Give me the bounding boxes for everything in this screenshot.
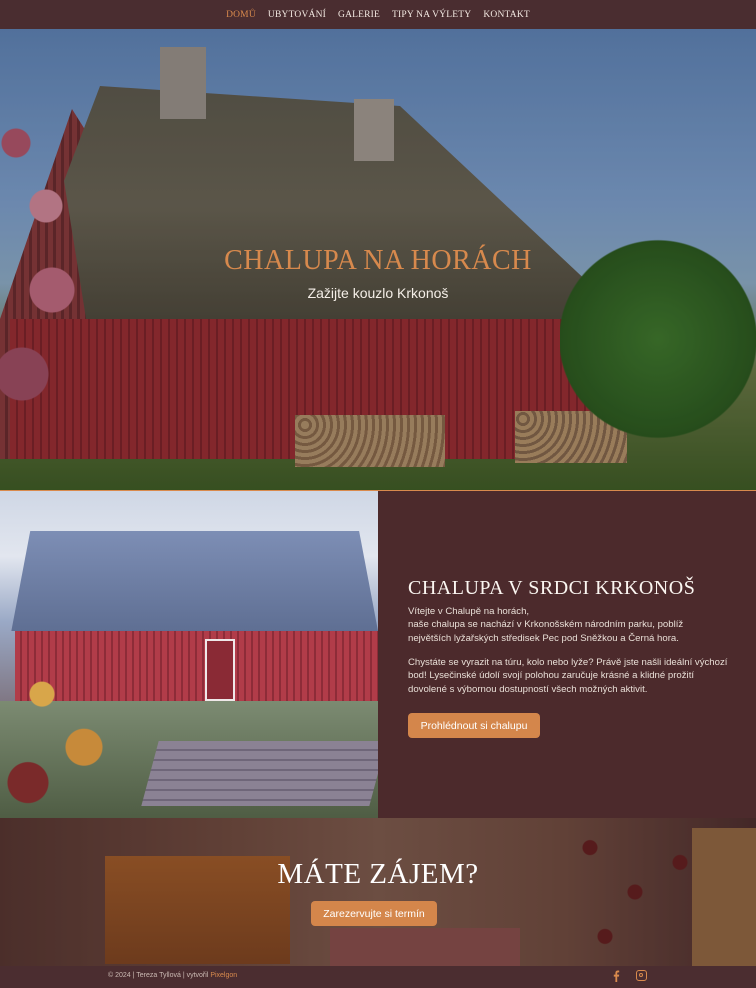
nav-item-home[interactable]: DOMŮ [226,10,256,20]
about-photo [0,491,378,818]
footer-copyright: © 2024 | Tereza Tyllová | vytvořil Pixel… [108,972,237,979]
about-photo-deck [141,741,378,806]
view-cottage-button[interactable]: Prohlédnout si chalupu [408,713,540,738]
about-paragraph-1-line-2: naše chalupa se nachází v Krkonošském ná… [408,619,684,644]
cta-section: MÁTE ZÁJEM? Zarezervujte si termín [0,818,756,966]
about-photo-roof [11,531,378,631]
cta-overlay [0,818,756,966]
hero-section: CHALUPA NA HORÁCH Zažijte kouzlo Krkonoš [0,29,756,491]
nav-item-contact[interactable]: KONTAKT [483,10,530,20]
nav-item-trip-tips[interactable]: TIPY NA VÝLETY [392,10,471,20]
hero-title: CHALUPA NA HORÁCH [224,245,532,276]
about-paragraph-1-line-1: Vítejte v Chalupě na horách, [408,606,530,617]
about-photo-door [205,639,235,701]
book-date-button[interactable]: Zarezervujte si termín [311,901,437,926]
credit-link[interactable]: Pixelgon [210,972,237,979]
cta-heading: MÁTE ZÁJEM? [277,858,479,890]
about-section: CHALUPA V SRDCI KRKONOŠ Vítejte v Chalup… [378,491,756,818]
facebook-icon[interactable] [610,970,622,982]
about-photo-plant [0,641,140,818]
about-paragraph-2: Chystáte se vyrazit na túru, kolo nebo l… [408,657,728,695]
about-paragraph-1: Vítejte v Chalupě na horách, naše chalup… [408,605,728,645]
copyright-text: © 2024 | Tereza Tyllová | vytvořil [108,972,211,979]
hero-subtitle: Zažijte kouzlo Krkonoš [307,285,449,301]
nav-item-accommodation[interactable]: UBYTOVÁNÍ [268,10,326,20]
social-icons [610,970,647,982]
main-nav: DOMŮ UBYTOVÁNÍ GALERIE TIPY NA VÝLETY KO… [0,0,756,29]
about-heading: CHALUPA V SRDCI KRKONOŠ [408,577,696,599]
footer: © 2024 | Tereza Tyllová | vytvořil Pixel… [0,966,756,988]
nav-item-gallery[interactable]: GALERIE [338,10,380,20]
instagram-icon[interactable] [636,970,647,981]
